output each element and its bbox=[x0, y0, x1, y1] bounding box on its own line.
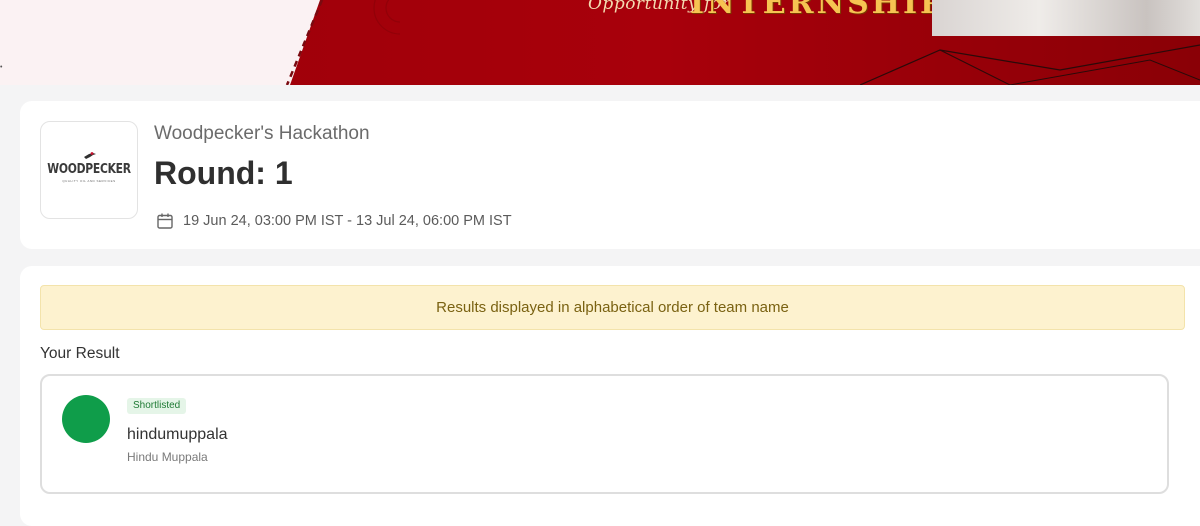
round-title: Round: 1 bbox=[154, 155, 293, 191]
team-name: hindumuppala bbox=[127, 426, 228, 443]
banner-dashed-divider bbox=[285, 0, 400, 85]
hackathon-banner: Opportunity for INTERNSHIP • bbox=[0, 0, 1200, 85]
banner-dot: • bbox=[0, 64, 3, 71]
calendar-icon bbox=[157, 213, 173, 229]
logo-subtext: QUALITY OIL AND SERVICES bbox=[62, 179, 116, 183]
round-date-range: 19 Jun 24, 03:00 PM IST - 13 Jul 24, 06:… bbox=[156, 211, 512, 231]
hackathon-logo: WOODPECKER QUALITY OIL AND SERVICES bbox=[40, 121, 138, 219]
result-entry[interactable]: Shortlisted hindumuppala Hindu Muppala bbox=[40, 374, 1169, 494]
logo-wordmark: WOODPECKER bbox=[47, 162, 131, 177]
status-badge: Shortlisted bbox=[127, 398, 187, 414]
team-avatar bbox=[62, 395, 110, 443]
date-range-text: 19 Jun 24, 03:00 PM IST - 13 Jul 24, 06:… bbox=[183, 213, 512, 229]
woodpecker-bird-icon bbox=[84, 152, 96, 159]
banner-headline: INTERNSHIP bbox=[690, 0, 946, 21]
hackathon-header-card: WOODPECKER QUALITY OIL AND SERVICES Wood… bbox=[20, 101, 1200, 249]
results-order-notice: Results displayed in alphabetical order … bbox=[40, 285, 1185, 330]
banner-network-lines bbox=[860, 44, 1200, 85]
member-name: Hindu Muppala bbox=[127, 450, 208, 464]
hackathon-name: Woodpecker's Hackathon bbox=[154, 123, 370, 144]
your-result-heading: Your Result bbox=[40, 345, 120, 362]
results-card: Results displayed in alphabetical order … bbox=[20, 266, 1200, 526]
